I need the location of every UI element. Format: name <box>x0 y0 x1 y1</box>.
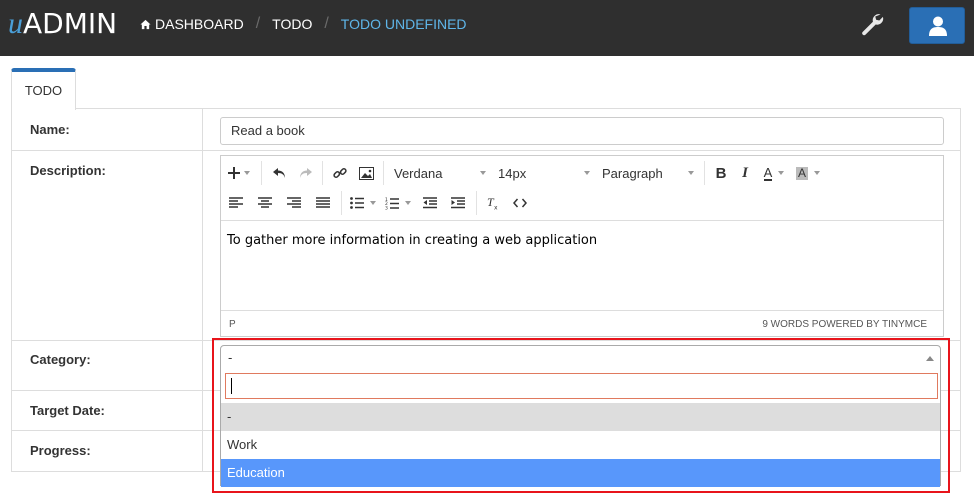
category-label: Category: <box>30 352 91 367</box>
breadcrumb-current: TODO UNDEFINED <box>340 16 467 32</box>
description-label: Description: <box>30 163 106 178</box>
element-path[interactable]: P <box>229 319 236 330</box>
numbered-list-button[interactable]: 123 <box>380 191 416 215</box>
bold-icon[interactable]: B <box>709 161 733 185</box>
background-color-button[interactable]: A <box>791 161 825 185</box>
align-justify-button[interactable] <box>309 191 337 215</box>
editor-toolbar-row-2: 123 Tx <box>221 188 943 218</box>
word-count: 9 WORDS POWERED BY TINYMCE <box>762 319 927 330</box>
block-format-select[interactable]: Paragraph <box>596 166 700 181</box>
align-center-icon <box>258 197 272 208</box>
chevron-up-icon <box>926 356 934 361</box>
background-color-icon: A <box>795 165 808 180</box>
logo-admin: ADMIN <box>23 7 118 40</box>
tab-todo[interactable]: TODO <box>11 68 76 110</box>
text-color-button[interactable]: A <box>757 161 791 185</box>
svg-text:x: x <box>494 205 498 211</box>
numbered-list-icon: 123 <box>385 197 399 210</box>
logo-u: u <box>8 7 23 40</box>
image-button[interactable] <box>353 161 379 185</box>
breadcrumb-dashboard[interactable]: DASHBOARD <box>140 16 244 32</box>
font-family-select[interactable]: Verdana <box>388 166 492 181</box>
breadcrumb-separator: / <box>255 15 261 32</box>
clear-format-icon: Tx <box>487 196 498 211</box>
category-select[interactable]: - <box>220 345 941 371</box>
editor-toolbar-row-1: Verdana 14px Paragraph B I A A <box>221 158 943 188</box>
insert-menu-button[interactable] <box>221 161 257 185</box>
font-size-select[interactable]: 14px <box>492 166 596 181</box>
redo-button[interactable] <box>292 161 318 185</box>
align-right-button[interactable] <box>279 191 309 215</box>
indent-button[interactable] <box>444 191 472 215</box>
source-code-button[interactable] <box>505 191 535 215</box>
link-icon <box>333 168 347 178</box>
category-search-input[interactable] <box>225 373 938 399</box>
align-center-button[interactable] <box>251 191 279 215</box>
name-row: Name: Read a book <box>12 109 960 151</box>
editor-statusbar: P 9 WORDS POWERED BY TINYMCE <box>221 310 943 336</box>
align-left-button[interactable] <box>221 191 251 215</box>
bullet-list-button[interactable] <box>346 191 380 215</box>
outdent-icon <box>423 197 437 209</box>
align-right-icon <box>287 197 301 208</box>
editor-content-area[interactable]: To gather more information in creating a… <box>221 220 943 310</box>
redo-icon <box>299 168 312 178</box>
text-cursor <box>231 378 232 394</box>
app-logo[interactable]: u ADMIN <box>8 6 117 42</box>
breadcrumb-todo[interactable]: TODO <box>272 16 312 32</box>
font-size-value: 14px <box>498 165 527 181</box>
editor-content-text: To gather more information in creating a… <box>227 233 598 248</box>
top-navbar: u ADMIN DASHBOARD / TODO / TODO UNDEFINED <box>0 0 974 56</box>
home-icon <box>140 19 151 29</box>
text-color-icon: A <box>763 164 773 181</box>
block-format-value: Paragraph <box>602 165 663 181</box>
wrench-icon[interactable] <box>858 10 886 38</box>
rich-text-editor: Verdana 14px Paragraph B I A A 1 2 3 T x… <box>220 155 944 337</box>
outdent-button[interactable] <box>416 191 444 215</box>
align-justify-icon <box>316 197 330 208</box>
svg-text:3: 3 <box>385 205 388 210</box>
image-icon <box>358 166 374 180</box>
plus-icon <box>228 167 240 179</box>
indent-icon <box>451 197 465 209</box>
bullet-list-icon <box>350 197 364 209</box>
category-option-education[interactable]: Education <box>221 459 940 487</box>
category-option-work[interactable]: Work <box>221 431 940 459</box>
target-date-label: Target Date: <box>30 403 105 418</box>
breadcrumb-separator: / <box>324 15 329 32</box>
progress-label: Progress: <box>30 443 91 458</box>
link-button[interactable] <box>327 161 353 185</box>
breadcrumb: DASHBOARD / TODO / TODO UNDEFINED <box>140 15 467 33</box>
align-left-icon <box>229 197 243 208</box>
breadcrumb-dashboard-label: DASHBOARD <box>155 16 244 32</box>
user-icon <box>929 16 947 36</box>
category-option-none[interactable]: - <box>221 403 940 431</box>
name-label: Name: <box>30 122 70 137</box>
category-selected-value: - <box>228 350 233 365</box>
clear-format-button[interactable]: Tx <box>481 191 505 215</box>
undo-button[interactable] <box>266 161 292 185</box>
category-dropdown: - Work Education <box>220 370 941 487</box>
source-code-icon <box>513 198 527 208</box>
font-family-value: Verdana <box>394 165 443 181</box>
undo-icon <box>272 168 285 178</box>
italic-icon[interactable]: I <box>733 161 757 185</box>
user-menu-button[interactable] <box>909 7 965 44</box>
name-input[interactable]: Read a book <box>220 117 944 145</box>
